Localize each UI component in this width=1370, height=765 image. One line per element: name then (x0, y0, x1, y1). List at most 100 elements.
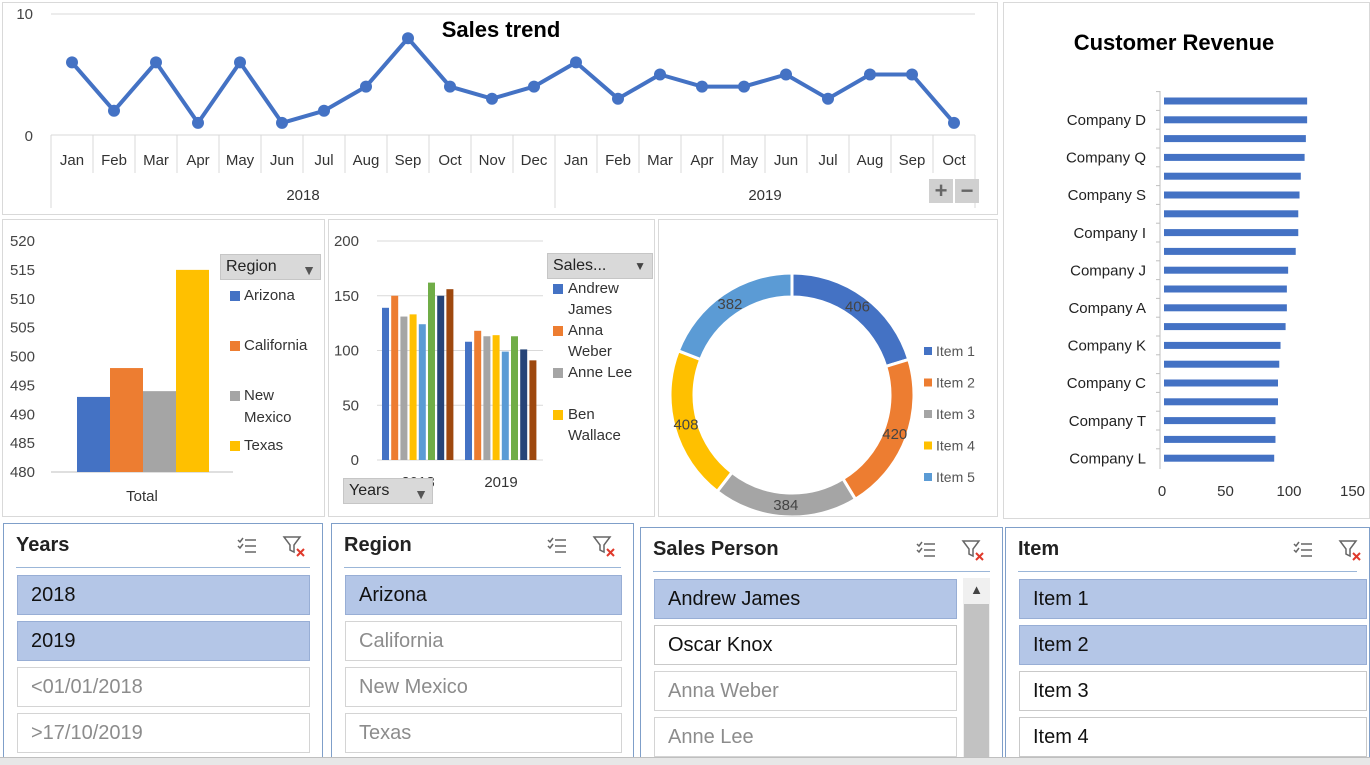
region-chart-panel[interactable]: 520 515 510 505 500 495 490 485 480 Total Region… (2, 219, 325, 517)
divider (653, 571, 990, 572)
data-label: 384 (773, 497, 798, 514)
slicer-title: Sales Person (653, 538, 779, 560)
legend-swatch (924, 410, 932, 418)
x-tick-label: May (226, 152, 255, 169)
slicer-item[interactable]: Texas (345, 713, 622, 753)
revenue-bar (1164, 266, 1289, 274)
sales-person-bar (501, 351, 509, 460)
slicer-item[interactable]: 2018 (17, 575, 310, 615)
scrollbar-thumb[interactable] (964, 604, 989, 763)
slicer-item[interactable]: Item 1 (1019, 579, 1367, 619)
field-button-label: Years (349, 482, 390, 499)
data-point (402, 32, 414, 45)
data-point (528, 80, 540, 93)
y-tick-label: 200 (334, 233, 359, 250)
years-slicer[interactable]: Years 2018 2019 <01/01/2018 >17/10/2019 (3, 523, 323, 764)
scroll-up-arrow-icon[interactable]: ▲ (963, 578, 990, 602)
legend-label: Ben Wallace (568, 406, 621, 444)
slicer-item[interactable]: Item 4 (1019, 717, 1367, 757)
data-point (360, 80, 372, 93)
x-tick-label: 2019 (484, 474, 517, 491)
slicer-title: Years (16, 534, 70, 556)
data-point (66, 56, 78, 69)
multi-select-icon[interactable] (1292, 538, 1314, 560)
clear-filter-icon[interactable] (592, 534, 615, 557)
revenue-bar (1164, 172, 1301, 180)
revenue-bar (1164, 210, 1299, 218)
x-tick-label: Jun (270, 152, 294, 169)
multi-select-icon[interactable] (546, 534, 568, 556)
region-bar (77, 396, 110, 472)
sales-person-field-button[interactable]: Sales... ▼ (547, 253, 653, 279)
slicer-item[interactable]: 2019 (17, 621, 310, 661)
years-field-button[interactable]: Years ▼ (343, 478, 433, 504)
multi-select-icon[interactable] (236, 534, 258, 556)
region-bar (110, 368, 143, 472)
legend-label: Item 4 (936, 438, 975, 454)
expand-field-button[interactable]: + (929, 179, 953, 203)
revenue-bar (1164, 398, 1278, 406)
data-point (738, 80, 750, 93)
region-bar (143, 391, 176, 472)
region-bar (176, 269, 209, 472)
y-tick-label: 510 (10, 291, 35, 308)
legend-label: Anne Lee (568, 364, 633, 381)
slicer-item[interactable]: Andrew James (654, 579, 957, 619)
y-tick-label: 515 (10, 262, 35, 279)
data-point (612, 92, 624, 105)
region-slicer[interactable]: Region Arizona California New Mexico Texas (331, 523, 634, 764)
sales-person-bar (391, 295, 399, 460)
clear-filter-icon[interactable] (961, 538, 984, 561)
items-chart-panel[interactable]: 406 420 384 408 382 Item 1 Item 2 Item 3 Item 4… (658, 219, 998, 517)
legend-swatch (230, 291, 240, 301)
clear-filter-icon[interactable] (1338, 538, 1361, 561)
sales-person-slicer[interactable]: Sales Person ▲ Andrew James Oscar Knox Ann… (640, 527, 1003, 764)
slicer-item[interactable]: Item 2 (1019, 625, 1367, 665)
slicer-item[interactable]: Item 3 (1019, 671, 1367, 711)
revenue-bar (1164, 135, 1306, 143)
multi-select-icon[interactable] (915, 538, 937, 560)
data-label: 406 (845, 299, 870, 316)
slicer-item[interactable]: <01/01/2018 (17, 667, 310, 707)
x-tick-label: Apr (690, 152, 713, 169)
revenue-bar (1164, 97, 1308, 105)
x-tick-label: Feb (605, 152, 631, 169)
slicer-item[interactable]: New Mexico (345, 667, 622, 707)
data-point (444, 80, 456, 93)
slicer-item[interactable]: Oscar Knox (654, 625, 957, 665)
data-point (318, 104, 330, 117)
data-point (150, 56, 162, 69)
region-field-button[interactable]: Region ▼ (220, 254, 321, 280)
data-label: 382 (717, 296, 742, 313)
legend-label: California (244, 337, 308, 354)
collapse-field-button[interactable]: − (955, 179, 979, 203)
sales-person-chart-panel[interactable]: 200150100500 20182019 Sales... ▼ Years ▼… (328, 219, 655, 517)
slicer-item[interactable]: Arizona (345, 575, 622, 615)
x-tick-label: 150 (1340, 483, 1365, 500)
item-slicer[interactable]: Item Item 1 Item 2 Item 3 Item 4 (1005, 527, 1370, 764)
x-tick-label: Aug (857, 152, 884, 169)
filter-icon: ▼ (302, 262, 316, 278)
customer-revenue-chart-panel[interactable]: Customer Revenue Company D Company Q Compa… (1003, 2, 1370, 519)
legend-label: Item 5 (936, 469, 975, 485)
sales-trend-chart-panel[interactable]: Sales trend 10 0 Jan Feb Mar Apr May Jun Jul Au… (2, 2, 998, 215)
legend-swatch (924, 441, 932, 450)
sales-person-bar (437, 295, 445, 460)
y-tick-label: 505 (10, 320, 35, 337)
y-tick-label: 10 (16, 6, 33, 23)
slicer-item[interactable]: California (345, 621, 622, 661)
category-label: Company C (1067, 375, 1146, 392)
sales-person-bar (465, 341, 472, 460)
scrollbar[interactable]: ▲ (963, 578, 990, 763)
slicer-item[interactable]: >17/10/2019 (17, 713, 310, 753)
legend-label: Item 1 (936, 343, 975, 359)
slicer-item[interactable]: Anna Weber (654, 671, 957, 711)
slicer-item[interactable]: Anne Lee (654, 717, 957, 757)
sales-trend-line (70, 36, 956, 125)
revenue-bar (1164, 323, 1286, 331)
clear-filter-icon[interactable] (282, 534, 305, 557)
legend-swatch (230, 441, 240, 451)
revenue-bar (1164, 341, 1281, 349)
data-point (780, 68, 792, 81)
sales-person-bar (409, 314, 417, 460)
